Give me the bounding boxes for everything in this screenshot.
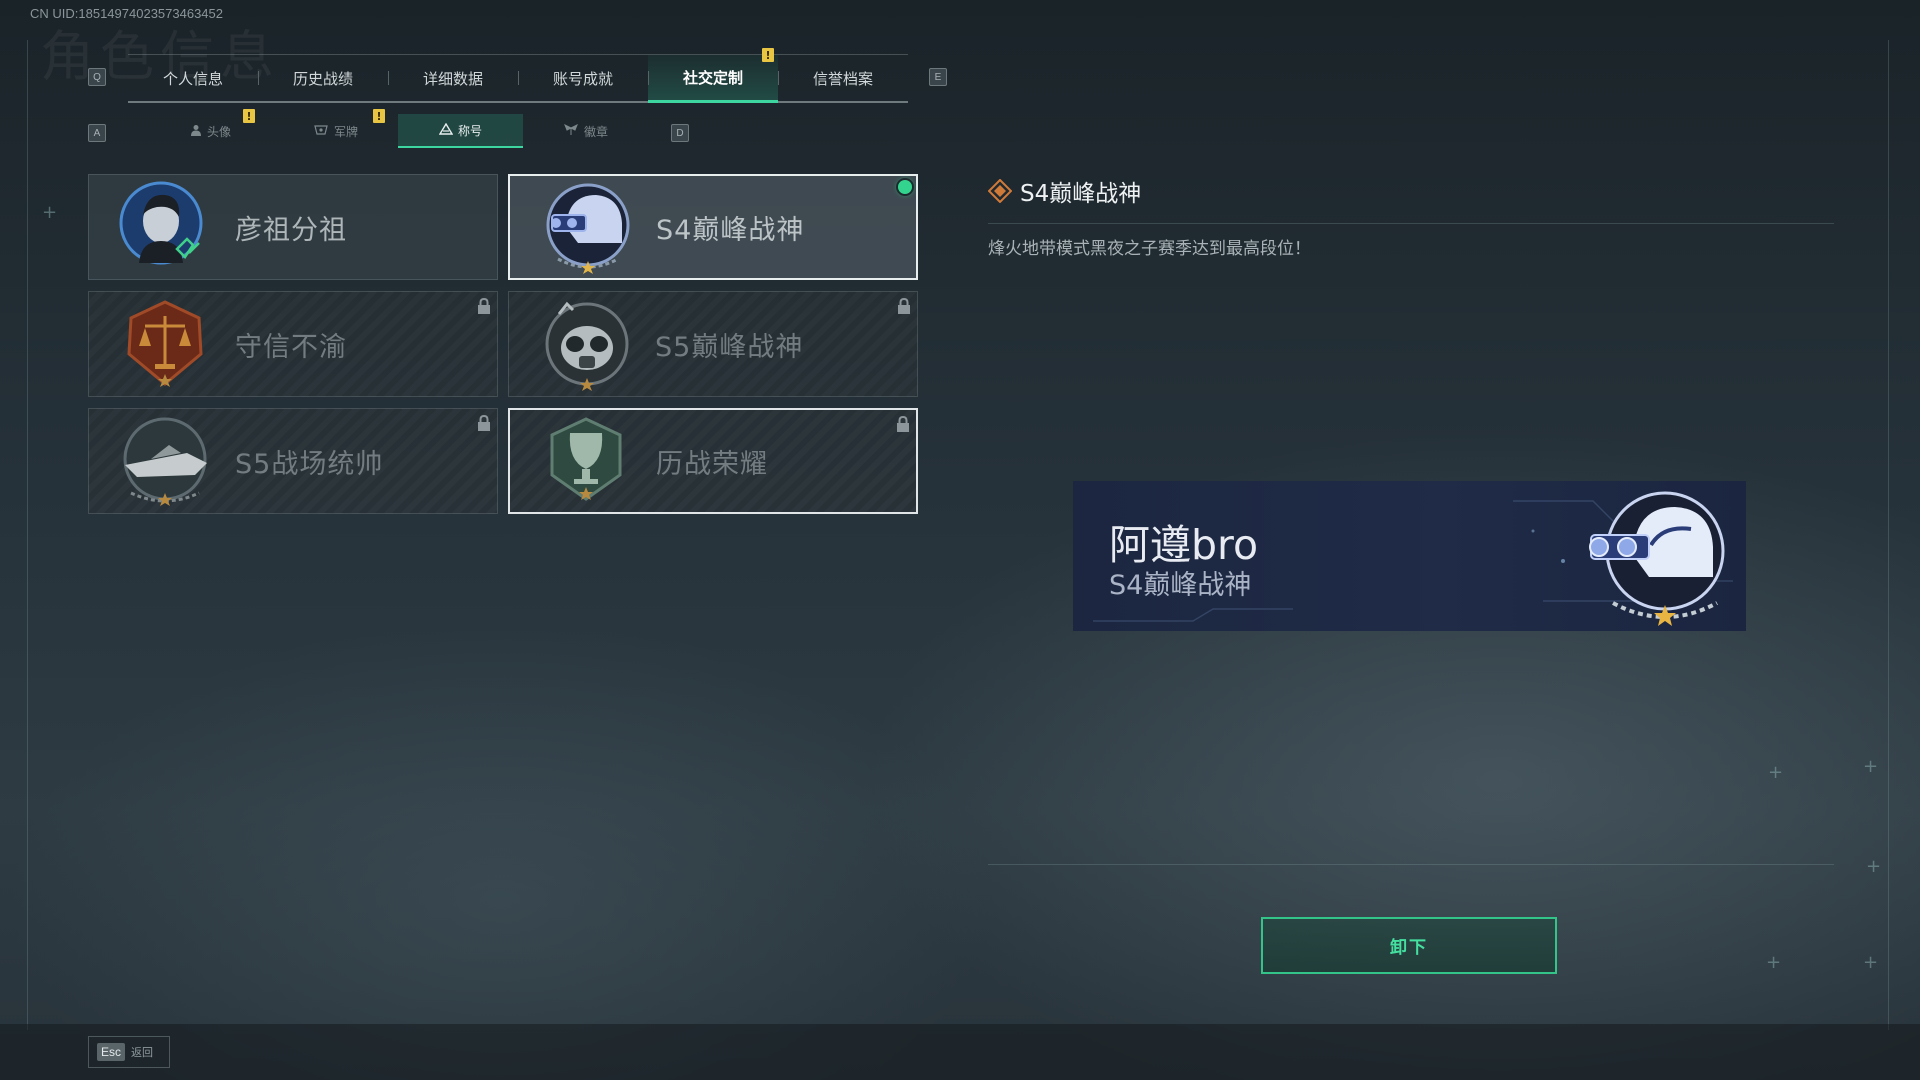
subtab-label: 头像 [206, 124, 231, 139]
title-name: S4巅峰战神 [656, 214, 805, 246]
title-card-locked[interactable]: S5战场统帅 [88, 408, 498, 514]
esc-key: Esc [97, 1043, 126, 1061]
plus-deco: + [1768, 762, 1784, 783]
scales-emblem-icon [117, 296, 213, 392]
tab-label: 个人信息 [162, 69, 223, 88]
title-card[interactable]: 彦祖分祖 [88, 174, 498, 280]
night-vision-helmet-icon [538, 179, 634, 275]
tab-achievements[interactable]: 账号成就 [518, 55, 648, 101]
bottom-bar [0, 1024, 1920, 1080]
lock-icon [478, 298, 490, 314]
speedboat-emblem-icon [117, 413, 213, 509]
sub-tab-bar: 头像 军牌 称号 徽章 [148, 114, 648, 148]
title-name: 守信不渝 [235, 331, 347, 363]
uid-label: CN UID:18514974023573463452 [30, 6, 223, 21]
frame-line-left [27, 40, 28, 1030]
tab-label: 社交定制 [682, 69, 743, 87]
prev-subtab-key[interactable]: A [88, 124, 106, 142]
detail-bottom-divider [988, 864, 1834, 865]
title-card-locked[interactable]: 守信不渝 [88, 291, 498, 397]
tab-match-history[interactable]: 历史战绩 [258, 55, 388, 101]
lock-icon [898, 298, 910, 314]
title-name: S5战场统帅 [235, 448, 384, 480]
diamond-icon [988, 179, 1012, 203]
player-name: 阿遵bro [1109, 521, 1259, 569]
triangle-icon [438, 122, 454, 138]
detail-header: S4巅峰战神 [988, 174, 1141, 208]
tab-personal-info[interactable]: 个人信息 [128, 55, 258, 101]
night-vision-helmet-icon [1589, 491, 1725, 626]
title-card-selected[interactable]: S4巅峰战神 [508, 174, 918, 280]
tab-detailed-stats[interactable]: 详细数据 [388, 55, 518, 101]
lock-icon [478, 415, 490, 431]
title-card-locked[interactable]: S5巅峰战神 [508, 291, 918, 397]
plus-deco: + [1863, 756, 1879, 777]
back-label: 返回 [131, 1046, 154, 1059]
tab-credit-record[interactable]: 信誉档案 [778, 55, 908, 101]
plus-deco: + [42, 202, 58, 223]
subtab-badge[interactable]: 徽章 [523, 114, 648, 148]
notification-badge: ! [243, 109, 255, 123]
lock-icon [897, 416, 909, 432]
title-name: S5巅峰战神 [655, 331, 804, 363]
equipped-title: S4巅峰战神 [1109, 570, 1252, 601]
tab-social-custom[interactable]: 社交定制 [648, 55, 778, 103]
detail-title: S4巅峰战神 [1020, 181, 1142, 207]
detail-divider [988, 223, 1834, 224]
dogtag-icon [313, 124, 329, 139]
plus-deco: + [1866, 856, 1882, 877]
plus-deco: + [1863, 952, 1879, 973]
person-icon [190, 124, 202, 139]
next-tab-key[interactable]: E [929, 68, 947, 86]
subtab-label: 称号 [457, 123, 482, 138]
main-tab-bar: 个人信息 历史战绩 详细数据 账号成就 社交定制 信誉档案 [128, 54, 908, 103]
back-button[interactable]: Esc 返回 [88, 1036, 170, 1068]
trophy-emblem-icon [538, 413, 634, 509]
frame-line-right [1888, 40, 1889, 1030]
subtab-label: 徽章 [583, 124, 608, 139]
title-preview-banner: 阿遵bro S4巅峰战神 [1073, 481, 1746, 631]
title-name: 历战荣耀 [656, 448, 768, 480]
subtab-label: 军牌 [333, 124, 358, 139]
prev-tab-key[interactable]: Q [88, 68, 106, 86]
portrait-emblem-icon [117, 179, 213, 275]
unequip-button[interactable]: 卸下 [1261, 917, 1557, 974]
gasmask-emblem-icon [537, 296, 633, 392]
notification-badge: ! [762, 48, 774, 62]
detail-description: 烽火地带模式黑夜之子赛季达到最高段位！ [988, 239, 1311, 259]
wings-icon [563, 123, 579, 139]
notification-badge: ! [373, 109, 385, 123]
next-subtab-key[interactable]: D [671, 124, 689, 142]
tab-label: 详细数据 [422, 69, 483, 88]
tab-label: 账号成就 [552, 69, 613, 88]
plus-deco: + [1766, 952, 1782, 973]
title-card-locked[interactable]: 历战荣耀 [508, 408, 918, 514]
equipped-indicator [898, 180, 912, 194]
subtab-title[interactable]: 称号 [398, 114, 523, 148]
title-name: 彦祖分祖 [235, 214, 347, 246]
tab-label: 信誉档案 [812, 69, 873, 88]
tab-label: 历史战绩 [292, 69, 353, 88]
